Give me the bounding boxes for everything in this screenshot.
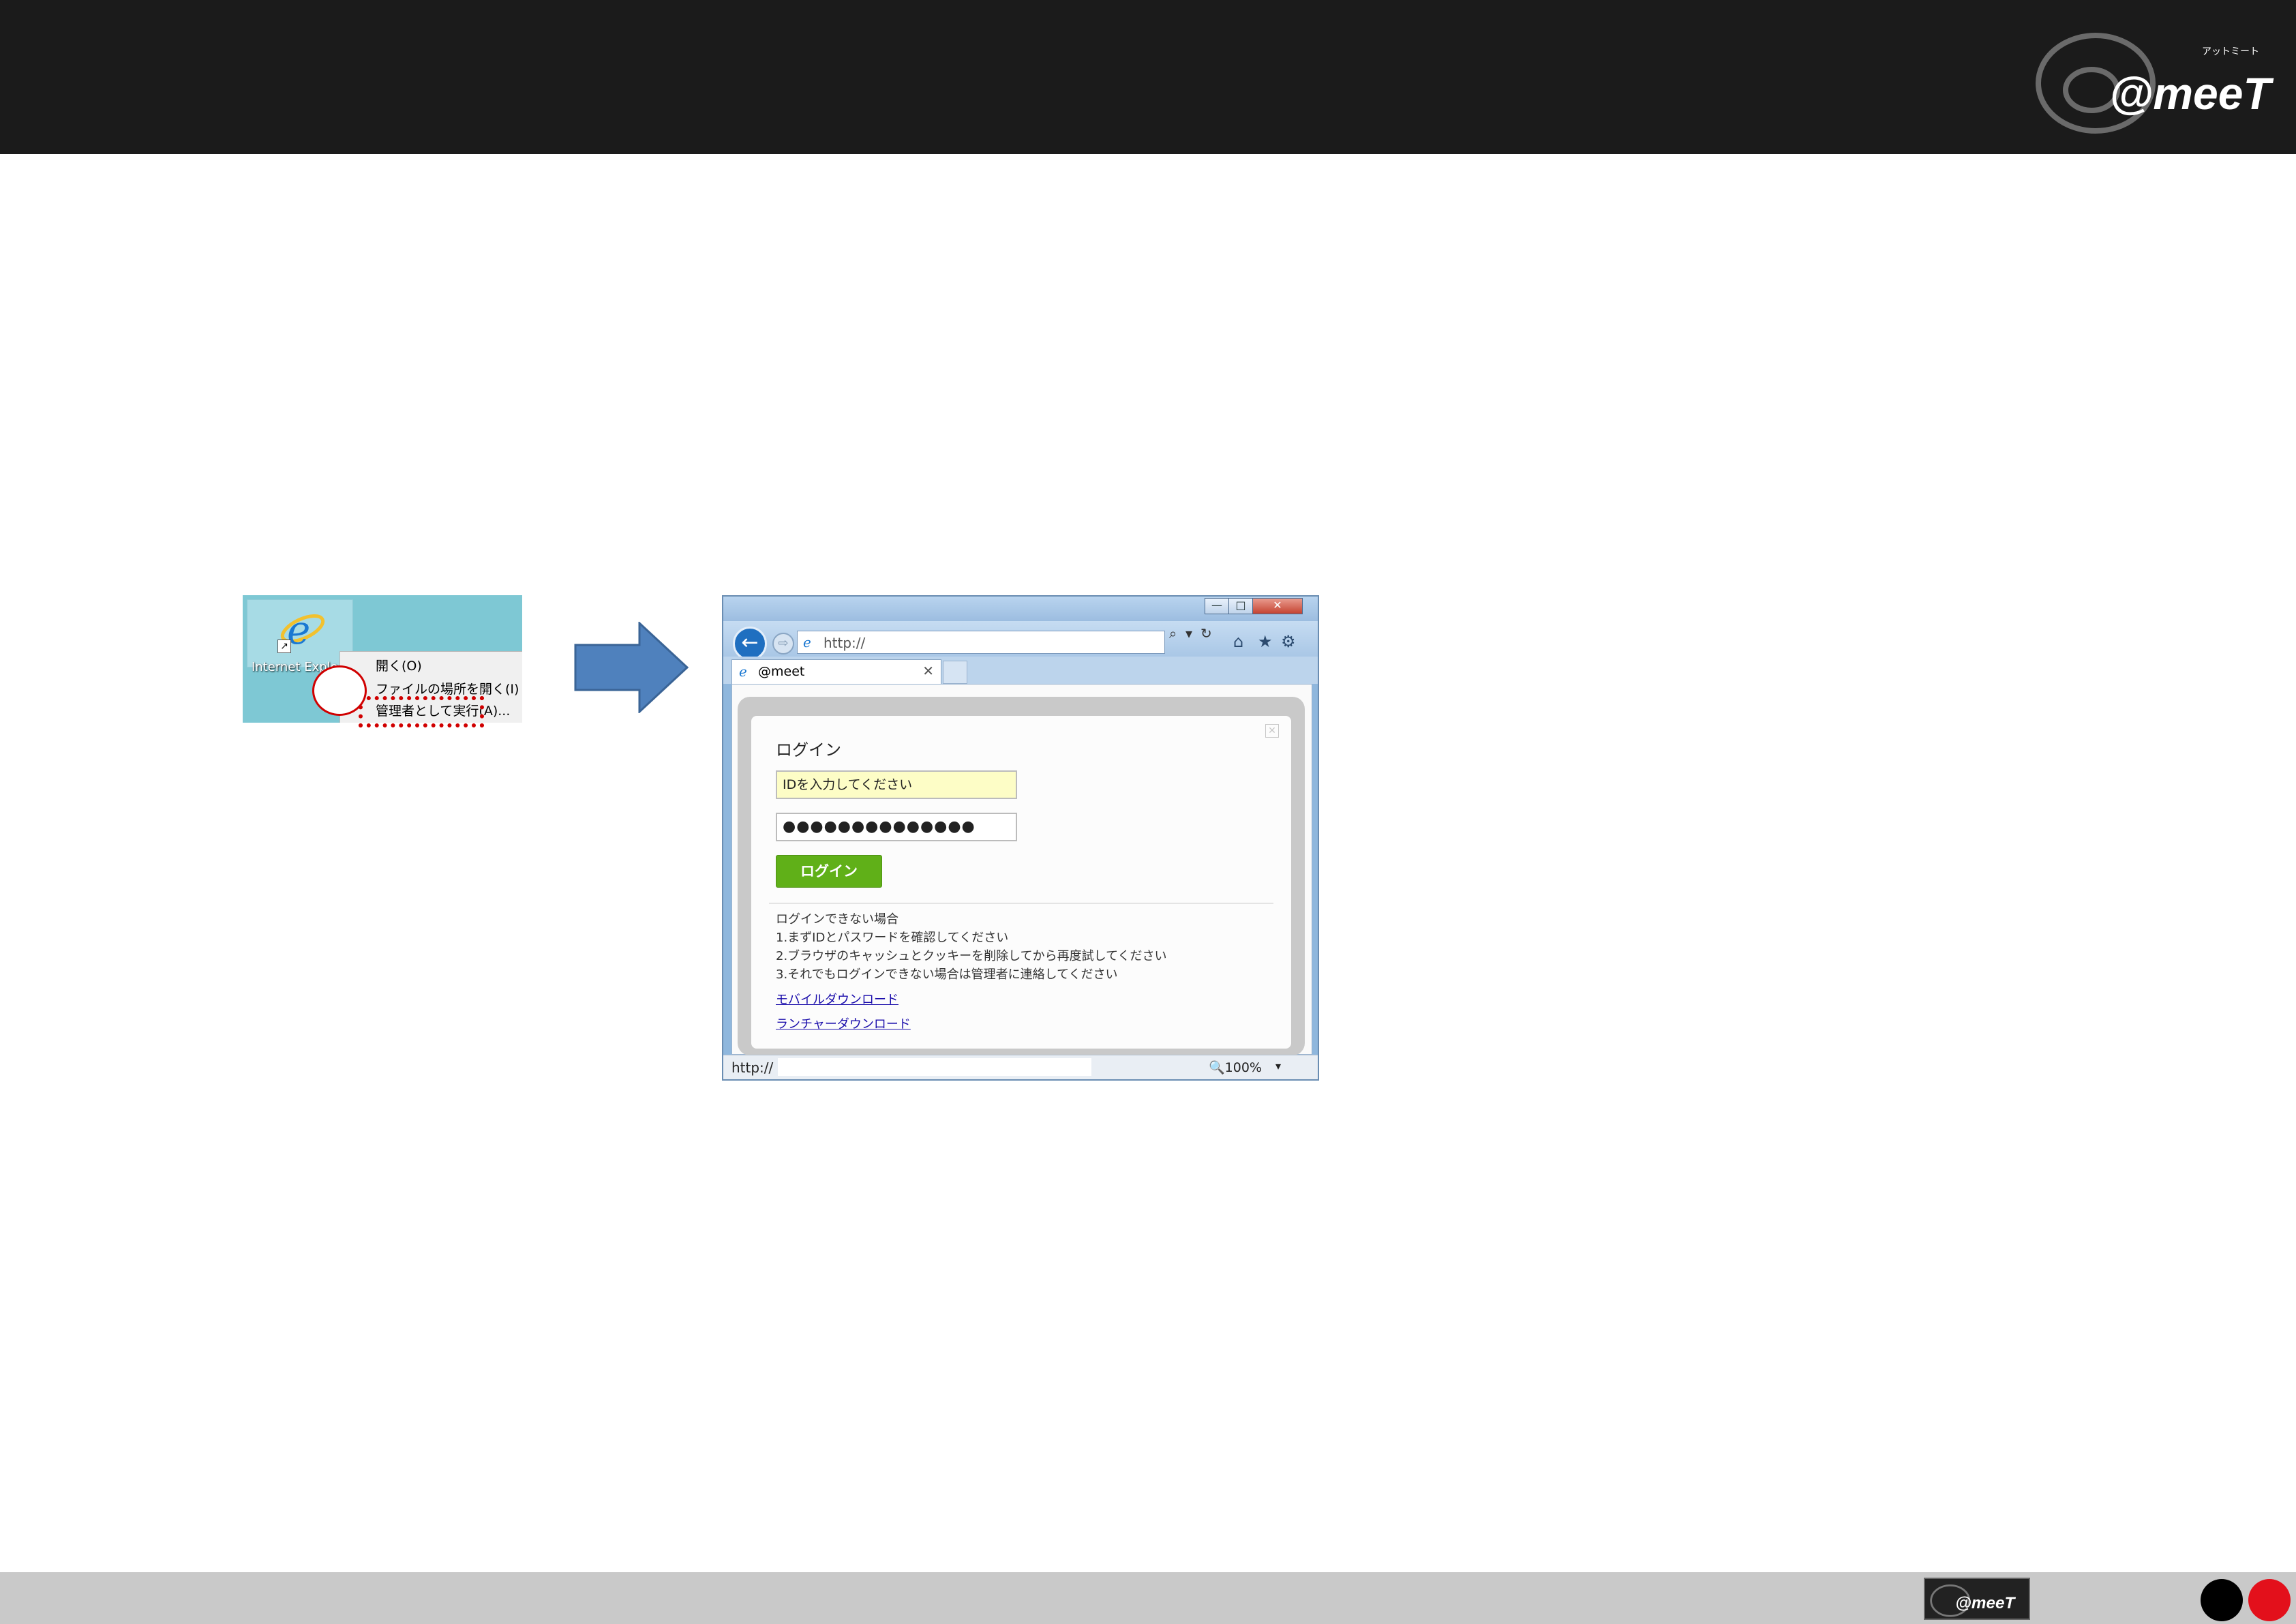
zoom-dropdown-icon[interactable]: ▾ <box>1275 1059 1281 1072</box>
refresh-icon[interactable]: ↻ <box>1200 625 1212 642</box>
status-field <box>778 1058 1091 1076</box>
dialog-close-icon[interactable]: ✕ <box>1265 724 1279 738</box>
close-window-button[interactable]: ✕ <box>1252 598 1303 614</box>
step-circle-marker <box>312 665 367 716</box>
ameet-logo: @meeT アットミート <box>2036 33 2274 134</box>
password-input[interactable]: ●●●●●●●●●●●●●● <box>776 813 1017 841</box>
login-button[interactable]: ログイン <box>776 855 882 888</box>
forward-button[interactable]: ⇨ <box>772 633 794 655</box>
help-line-3: 3.それでもログインできない場合は管理者に連絡してください <box>776 967 1118 982</box>
divider <box>769 903 1273 904</box>
ie-shortcut[interactable]: e ↗ Internet Explo <box>247 599 353 674</box>
page-ie-icon: e <box>803 635 811 650</box>
minimize-button[interactable]: — <box>1205 598 1229 614</box>
title-bar: — □ ✕ <box>723 597 1318 621</box>
svg-text:アットミート: アットミート <box>2202 46 2259 57</box>
svg-text:e: e <box>739 664 747 679</box>
tab-bar: e @meet ✕ <box>723 657 1318 684</box>
tab-ie-icon: e <box>739 664 747 679</box>
login-title: ログイン <box>776 740 841 760</box>
browser-window: — □ ✕ ← ⇨ e http:// ⌕ ▾ ↻ ⌂ ★ ⚙ e @meet … <box>722 595 1319 1081</box>
footer-ameet-logo: @meeT <box>1924 1578 2030 1620</box>
id-input[interactable]: IDを入力してください <box>776 770 1017 799</box>
header-bar: @meeT アットミート <box>0 0 2296 154</box>
black-dot <box>2201 1579 2243 1621</box>
home-icon[interactable]: ⌂ <box>1233 632 1243 651</box>
back-button[interactable]: ← <box>733 627 767 661</box>
right-arrow-icon <box>574 622 689 713</box>
run-as-admin-highlight <box>359 696 484 727</box>
red-dot <box>2248 1579 2291 1621</box>
search-icon[interactable]: ⌕ <box>1169 625 1177 642</box>
tab-title: @meet <box>758 664 805 679</box>
page-viewport: ✕ ログイン IDを入力してください ●●●●●●●●●●●●●● ログイン ロ… <box>731 684 1312 1055</box>
login-dialog-frame: ✕ ログイン IDを入力してください ●●●●●●●●●●●●●● ログイン ロ… <box>738 697 1305 1055</box>
svg-text:@meeT: @meeT <box>2109 68 2274 119</box>
favorites-star-icon[interactable]: ★ <box>1258 632 1273 651</box>
address-bar[interactable]: e http:// <box>797 631 1165 654</box>
shortcut-arrow-icon: ↗ <box>277 640 291 653</box>
new-tab-button[interactable] <box>943 661 967 684</box>
address-text: http:// <box>824 635 866 651</box>
launcher-download-link[interactable]: ランチャーダウンロード <box>776 1014 911 1032</box>
footer-bar: @meeT <box>0 1572 2296 1624</box>
tab-meet[interactable]: e @meet ✕ <box>731 659 941 684</box>
tab-close-icon[interactable]: ✕ <box>922 663 934 679</box>
mobile-download-link[interactable]: モバイルダウンロード <box>776 990 898 1008</box>
settings-gear-icon[interactable]: ⚙ <box>1281 632 1296 651</box>
navigation-bar: ← ⇨ e http:// ⌕ ▾ ↻ ⌂ ★ ⚙ <box>723 621 1318 661</box>
menu-item-open[interactable]: 開く(O) <box>376 656 422 674</box>
svg-text:@meeT: @meeT <box>1955 1594 2016 1612</box>
login-dialog: ✕ ログイン IDを入力してください ●●●●●●●●●●●●●● ログイン ロ… <box>751 716 1291 1049</box>
maximize-button[interactable]: □ <box>1228 598 1253 614</box>
status-bar: http:// 🔍100% ▾ <box>723 1055 1318 1079</box>
help-heading: ログインできない場合 <box>776 912 898 927</box>
svg-text:e: e <box>803 635 811 650</box>
help-line-1: 1.まずIDとパスワードを確認してください <box>776 931 1009 945</box>
help-line-2: 2.ブラウザのキャッシュとクッキーを削除してから再度試してください <box>776 949 1167 963</box>
zoom-level[interactable]: 🔍100% <box>1209 1059 1262 1075</box>
menu-item-open-file-location[interactable]: ファイルの場所を開く(I) <box>376 679 519 697</box>
dropdown-icon[interactable]: ▾ <box>1185 625 1192 642</box>
status-url: http:// <box>731 1059 774 1076</box>
